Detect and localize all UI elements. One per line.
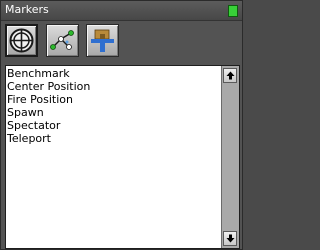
crosshair-icon [9, 28, 34, 53]
marker-list[interactable]: Benchmark Center Position Fire Position … [6, 66, 221, 248]
scroll-down-button[interactable] [223, 231, 237, 246]
vertical-scrollbar[interactable] [221, 66, 239, 248]
path-tool-button[interactable] [46, 24, 79, 57]
clip-tool-icon [91, 29, 114, 52]
markers-window: Markers Benchmark Center Position Fire P… [0, 0, 243, 250]
arrow-down-icon [226, 234, 235, 243]
toolbar [1, 21, 242, 61]
marker-list-panel: Benchmark Center Position Fire Position … [5, 65, 240, 249]
list-item[interactable]: Fire Position [6, 93, 221, 106]
list-item[interactable]: Spectator [6, 119, 221, 132]
list-item[interactable]: Center Position [6, 80, 221, 93]
node-path-icon [50, 30, 74, 50]
list-item[interactable]: Spawn [6, 106, 221, 119]
title-bar[interactable]: Markers [1, 1, 242, 21]
list-item[interactable]: Teleport [6, 132, 221, 145]
crosshair-tool-button[interactable] [5, 24, 38, 57]
close-button[interactable] [228, 5, 238, 17]
clip-tool-button[interactable] [86, 24, 119, 57]
window-title: Markers [5, 3, 49, 16]
arrow-up-icon [226, 71, 235, 80]
list-item[interactable]: Benchmark [6, 67, 221, 80]
scroll-up-button[interactable] [223, 68, 237, 83]
